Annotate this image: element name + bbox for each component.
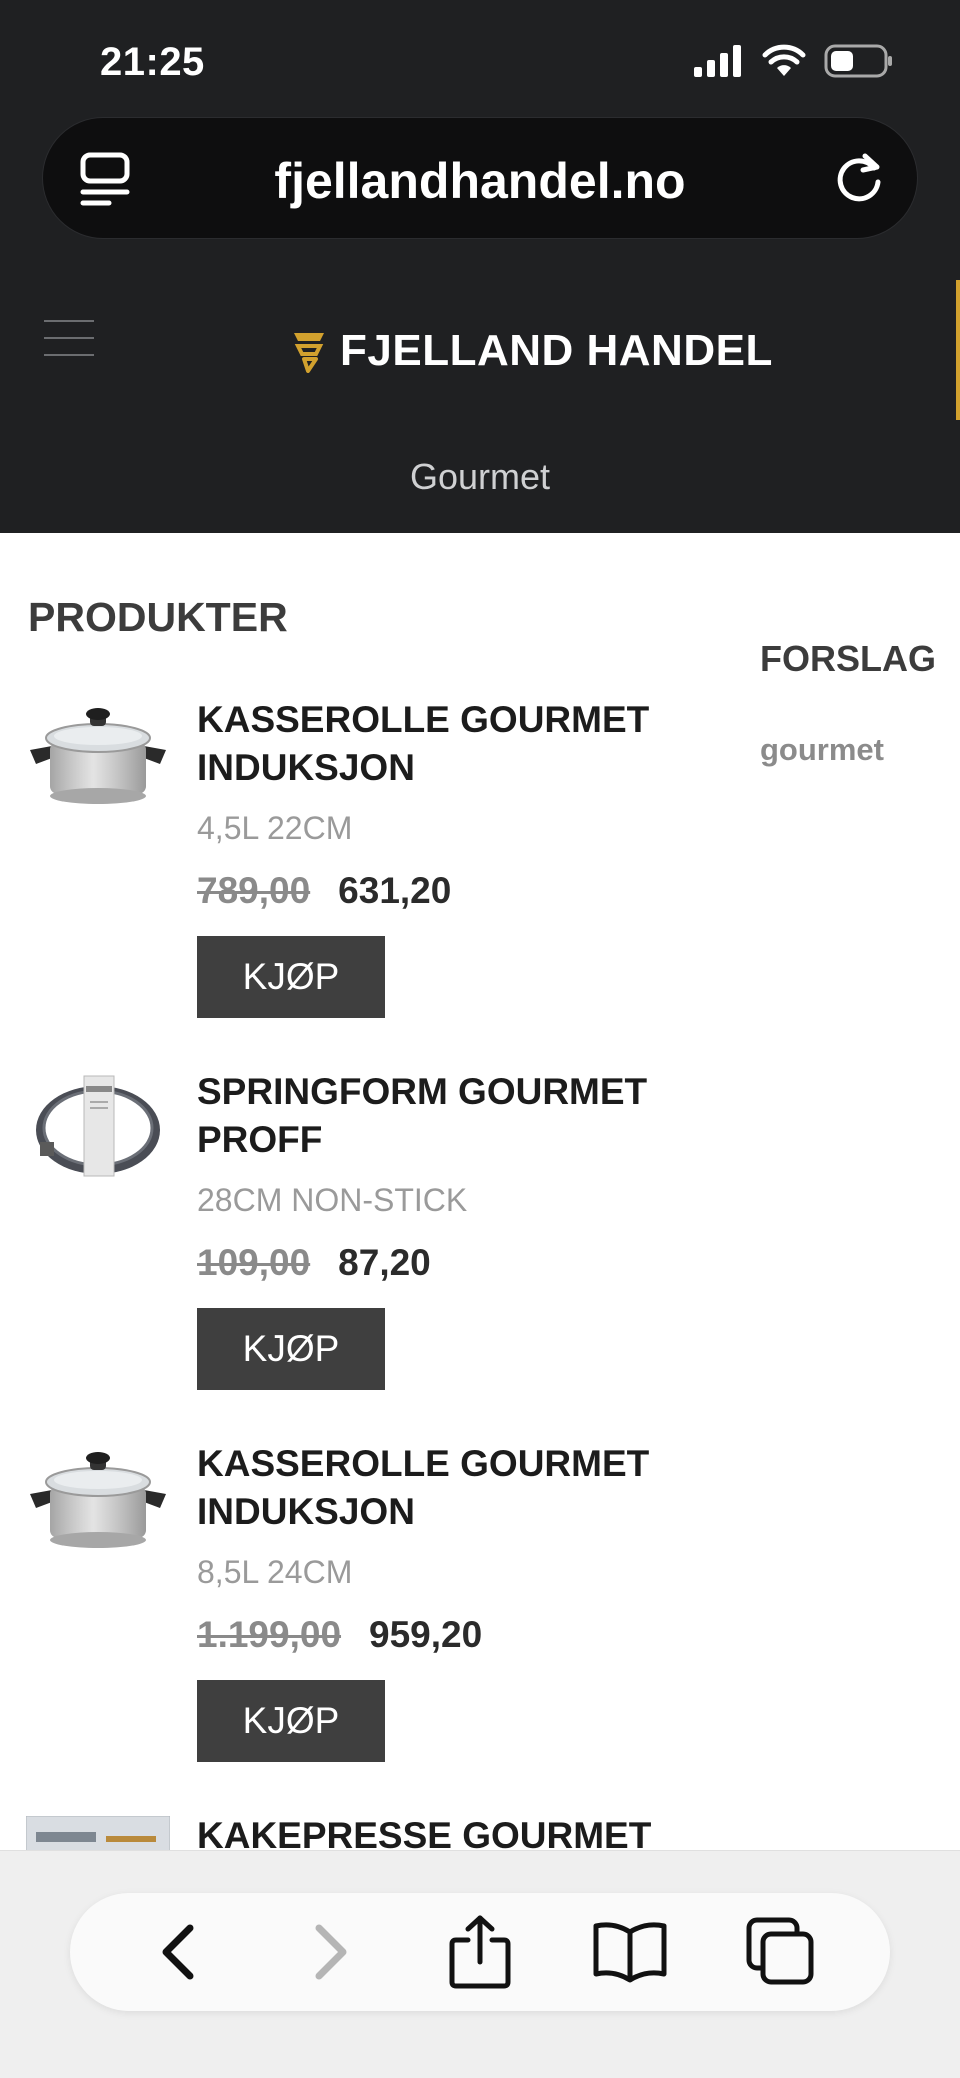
product-name[interactable]: KASSEROLLE GOURMET INDUKSJON — [197, 696, 667, 792]
suggestion-link[interactable]: gourmet — [760, 732, 884, 768]
battery-icon — [824, 44, 892, 78]
wifi-icon — [762, 44, 806, 76]
logo-mark-icon — [294, 333, 324, 373]
site-header: FJELLAND HANDEL — [0, 280, 960, 430]
product-item: KASSEROLLE GOURMET INDUKSJON 4,5L 22CM 7… — [0, 699, 700, 1060]
old-price: 1.199,00 — [197, 1614, 342, 1655]
product-name[interactable]: SPRINGFORM GOURMET PROFF — [197, 1068, 667, 1164]
saucepan-image[interactable] — [26, 1444, 170, 1554]
product-prices: 1.199,00 959,20 — [197, 1614, 482, 1656]
back-icon[interactable] — [131, 1904, 227, 2000]
browser-toolbar — [0, 1850, 960, 2078]
product-variant: 8,5L 24CM — [197, 1554, 353, 1590]
forward-icon[interactable] — [282, 1904, 378, 2000]
url-text[interactable]: fjellandhandel.no — [43, 152, 917, 210]
toolbar-pill — [70, 1893, 890, 2011]
product-item: SPRINGFORM GOURMET PROFF 28CM NON-STICK … — [0, 1071, 700, 1432]
tabs-icon[interactable] — [733, 1904, 829, 2000]
sale-price: 87,20 — [338, 1242, 431, 1283]
status-icons — [694, 44, 894, 78]
top-header-area: 21:25 fjellandhandel.no FJELLAND HANDEL … — [0, 0, 960, 533]
buy-button[interactable]: KJØP — [197, 1680, 385, 1762]
hamburger-menu-icon[interactable] — [44, 320, 94, 356]
sale-price: 631,20 — [338, 870, 452, 911]
springform-pan-image[interactable] — [26, 1072, 170, 1182]
logo-text: FJELLAND HANDEL — [340, 326, 773, 375]
reload-icon[interactable] — [829, 148, 889, 213]
product-prices: 789,00 631,20 — [197, 870, 451, 912]
page-category-title: Gourmet — [409, 456, 551, 497]
site-logo[interactable]: FJELLAND HANDEL — [290, 326, 773, 376]
suggestions-heading: FORSLAG — [760, 638, 936, 679]
buy-button[interactable]: KJØP — [197, 936, 385, 1018]
product-prices: 109,00 87,20 — [197, 1242, 431, 1284]
accent-edge-bar — [956, 280, 960, 420]
share-icon[interactable] — [432, 1904, 528, 2000]
status-time: 21:25 — [100, 40, 205, 84]
buy-button[interactable]: KJØP — [197, 1308, 385, 1390]
sale-price: 959,20 — [369, 1614, 483, 1655]
cellular-signal-icon — [694, 45, 741, 77]
products-heading: PRODUKTER — [28, 594, 288, 640]
old-price: 109,00 — [197, 1242, 311, 1283]
product-item: KASSEROLLE GOURMET INDUKSJON 8,5L 24CM 1… — [0, 1443, 700, 1804]
address-bar[interactable]: fjellandhandel.no — [42, 117, 918, 239]
saucepan-image[interactable] — [26, 700, 170, 810]
product-variant: 4,5L 22CM — [197, 810, 353, 846]
product-variant: 28CM NON-STICK — [197, 1182, 468, 1218]
product-name[interactable]: KASSEROLLE GOURMET INDUKSJON — [197, 1440, 667, 1536]
bookmarks-icon[interactable] — [582, 1904, 678, 2000]
old-price: 789,00 — [197, 870, 311, 911]
